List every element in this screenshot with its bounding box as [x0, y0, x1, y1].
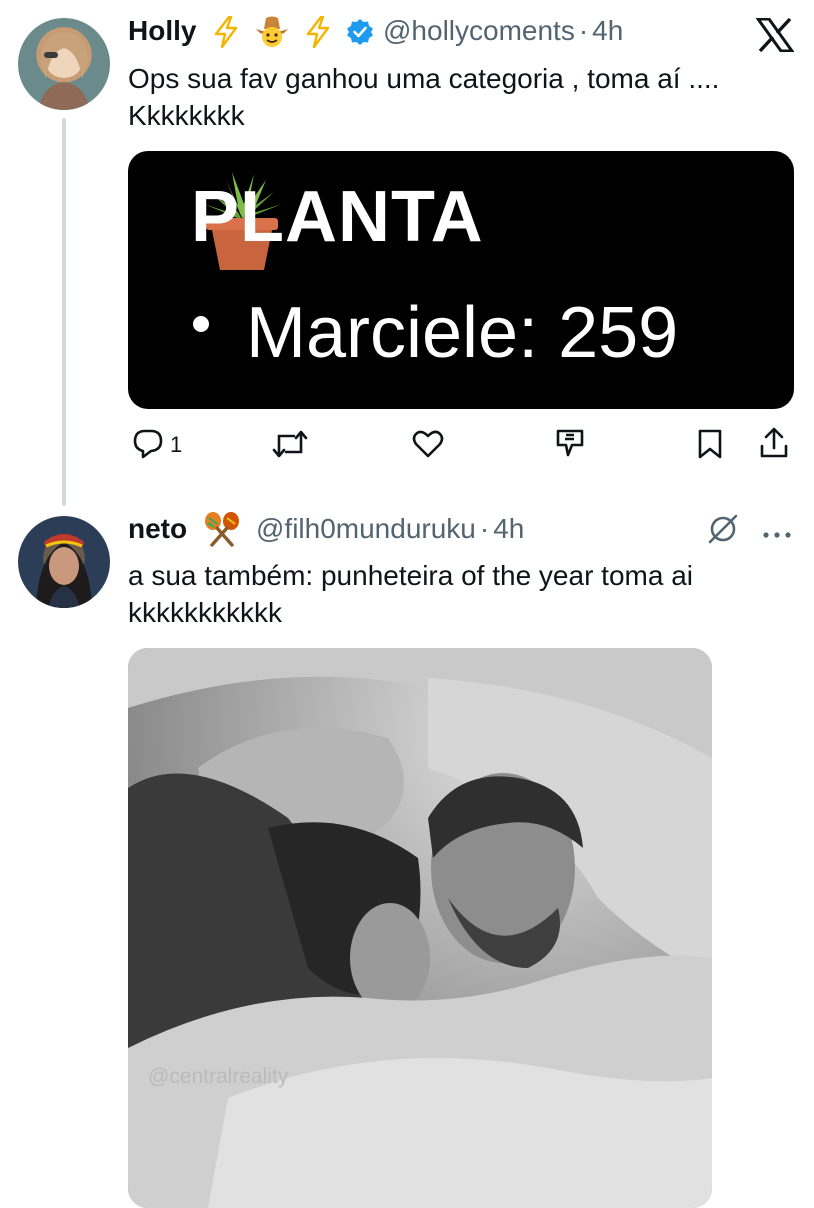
- reply-icon[interactable]: [132, 428, 164, 460]
- x-logo-icon[interactable]: [755, 17, 795, 57]
- card-category-title: PLANTA: [191, 177, 484, 257]
- holly-display-name[interactable]: Holly: [128, 15, 196, 47]
- cowboy-emoji: [254, 13, 290, 54]
- holly-avatar[interactable]: [18, 18, 110, 110]
- thread-connector: [62, 118, 66, 506]
- tweet2-text-line2: kkkkkkkkkkk: [128, 597, 282, 628]
- neto-handle[interactable]: @filh0munduruku · 4h: [256, 513, 524, 545]
- card-bullet: [193, 316, 209, 332]
- neto-avatar[interactable]: [18, 516, 110, 608]
- grok-slash-icon[interactable]: [706, 512, 740, 551]
- tweet1-text-line1: Ops sua fav ganhou uma categoria , toma …: [128, 63, 720, 94]
- tweet-time: 4h: [592, 15, 624, 46]
- like-icon[interactable]: [412, 428, 444, 460]
- reply-count: 1: [170, 432, 183, 457]
- bolt-emoji: [212, 15, 240, 53]
- tweet2-text-line1: a sua também: punheteira of the year tom…: [128, 560, 693, 591]
- share-icon[interactable]: [758, 426, 790, 460]
- maracas-emoji: [202, 510, 242, 553]
- bolt-emoji: [304, 15, 332, 53]
- neto-display-name[interactable]: neto: [128, 513, 187, 545]
- tweet-time: 4h: [493, 513, 525, 544]
- more-options-icon[interactable]: [762, 526, 792, 544]
- tweet2-media-image[interactable]: [128, 648, 712, 1208]
- retweet-icon[interactable]: [272, 428, 308, 460]
- tweet1-text-line2: Kkkkkkkk: [128, 100, 245, 131]
- grok-icon[interactable]: [554, 427, 586, 459]
- bookmark-icon[interactable]: [696, 428, 724, 460]
- verified-badge-icon: [346, 18, 374, 51]
- media-watermark: @centralreality: [148, 1065, 289, 1088]
- card-category-item: Marciele: 259: [246, 293, 679, 373]
- holly-handle[interactable]: @hollycoments · 4h: [383, 15, 623, 47]
